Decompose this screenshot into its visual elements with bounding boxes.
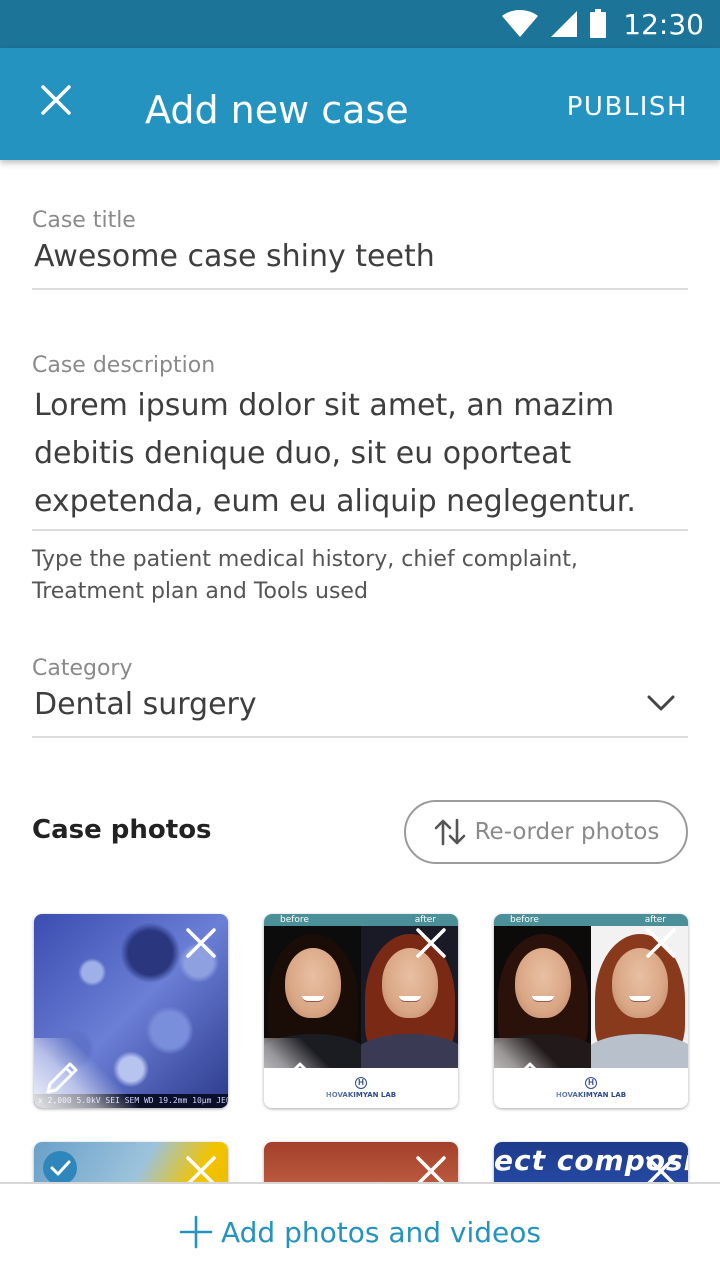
case-title-label: Case title [32,208,136,233]
before-after-header: before after [494,914,688,926]
photo-thumbnail[interactable]: before after H HOVAKIMYAN LAB [264,914,458,1108]
battery-icon [590,9,607,38]
remove-photo-icon[interactable] [414,926,448,960]
photo-thumbnail[interactable] [264,1142,458,1182]
status-bar: 12:30 [0,0,720,48]
photo-thumbnail[interactable]: x 2,000 5.0kV SEI SEM WD 19.2mm 10µm JEO… [34,914,228,1108]
reorder-photos-button[interactable]: Re-order photos [404,800,688,864]
after-label: after [414,915,436,925]
before-label: before [280,915,309,925]
remove-photo-icon[interactable] [414,1154,448,1182]
case-title-input[interactable]: Awesome case shiny teeth [32,239,688,274]
sort-icon [434,818,465,846]
reorder-photos-label: Re-order photos [474,819,660,845]
close-button[interactable] [30,74,82,126]
page-title: Add new case [145,88,409,132]
photo-grid: x 2,000 5.0kV SEI SEM WD 19.2mm 10µm JEO… [0,896,720,1182]
category-select[interactable]: Category Dental surgery [32,656,688,738]
remove-photo-icon[interactable] [184,926,218,960]
add-photos-label: Add photos and videos [220,1215,541,1249]
selected-check-icon[interactable] [42,1150,78,1182]
close-icon [41,85,71,115]
signal-icon [551,11,578,37]
case-description-input[interactable]: Lorem ipsum dolor sit amet, an mazim deb… [32,382,688,526]
status-clock: 12:30 [623,7,704,41]
category-value: Dental surgery [34,687,257,722]
wifi-icon [502,10,539,37]
app-bar: Add new case PUBLISH [0,48,720,160]
plus-icon [179,1215,213,1249]
category-label: Category [32,656,133,681]
case-description-helper: Type the patient medical history, chief … [32,547,578,604]
case-description-label: Case description [32,353,216,378]
publish-button[interactable]: PUBLISH [567,92,688,122]
before-after-header: before after [264,914,458,926]
before-label: before [510,915,539,925]
remove-photo-icon[interactable] [644,926,678,960]
add-photos-button[interactable]: Add photos and videos [0,1182,720,1280]
remove-photo-icon[interactable] [644,1154,678,1182]
remove-photo-icon[interactable] [184,1154,218,1182]
edit-photo-icon[interactable] [42,1058,82,1098]
case-photos-heading: Case photos [32,815,212,845]
edit-photo-icon[interactable] [502,1058,542,1098]
photo-thumbnail[interactable] [34,1142,228,1182]
status-icons: 12:30 [501,7,704,41]
case-title-field[interactable]: Case title Awesome case shiny teeth [32,208,688,290]
after-label: after [644,915,666,925]
edit-photo-icon[interactable] [272,1058,312,1098]
chevron-down-icon [647,695,675,711]
case-description-field[interactable]: Case description Lorem ipsum dolor sit a… [32,353,688,531]
photo-thumbnail[interactable]: before after H HOVAKIMYAN LAB [494,914,688,1108]
photo-thumbnail[interactable]: ect composite [494,1142,688,1182]
